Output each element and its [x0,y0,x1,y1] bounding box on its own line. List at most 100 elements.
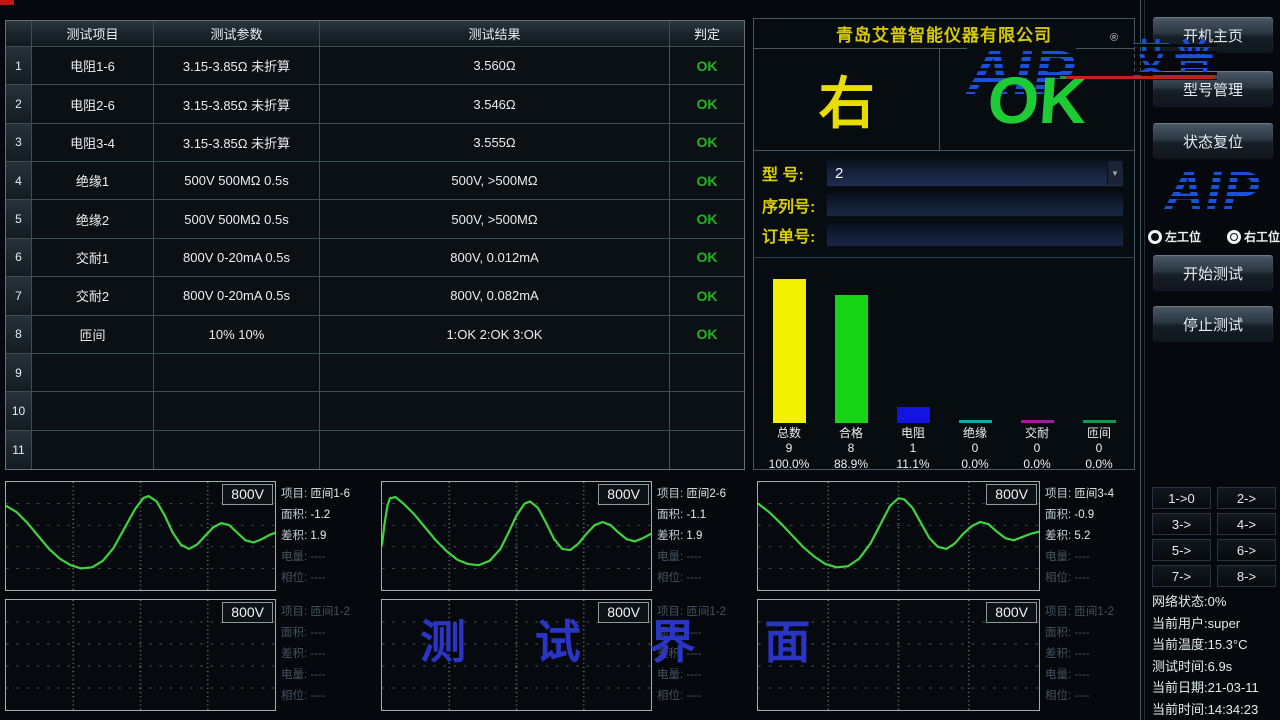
info-value: 匝间1-6 [310,488,350,500]
info-value: ---- [310,690,325,702]
start-test-button[interactable]: 开始测试 [1152,254,1274,292]
radio-icon[interactable] [1148,230,1162,244]
column-header: 判定 [670,21,744,47]
table-row[interactable]: 3电阻3-43.15-3.85Ω 未折算3.555ΩOK [6,124,744,162]
waveform-info: 项目: 匝间2-6面积: -1.1差积: 1.9电量: ----相位: ---- [657,481,747,591]
bar-category-label: 电阻 [901,426,925,442]
row-number: 1 [6,47,32,85]
model-select[interactable]: 2 ▼ [826,159,1124,187]
table-row[interactable]: 7交耐2800V 0-20mA 0.5s800V, 0.082mAOK [6,277,744,315]
row-number: 5 [6,200,32,238]
chevron-down-icon[interactable]: ▼ [1107,161,1122,185]
radio-right-station[interactable]: 右工位 [1227,228,1280,245]
station-row: 右 OK [754,49,1134,151]
voltage-label: 800V [222,602,273,623]
status-line: 当前用户:super [1152,613,1259,635]
voltage-label: 800V [598,484,649,505]
channel-button[interactable]: 5-> [1152,539,1211,561]
channel-button[interactable]: 6-> [1217,539,1276,561]
waveform-info: 项目: 匝间1-2面积: ----差积: ----电量: ----相位: ---… [281,599,371,711]
test-param-cell [154,354,320,392]
status-reset-button[interactable]: 状态复位 [1152,122,1274,160]
order-label: 订单号: [762,223,826,247]
serial-input[interactable] [826,193,1124,217]
info-label: 面积: [1045,627,1074,639]
channel-button[interactable]: 8-> [1217,565,1276,587]
channel-button[interactable]: 1->0 [1152,487,1211,509]
radio-right-label: 右工位 [1244,228,1280,245]
info-value: 1.9 [686,530,702,542]
row-number: 11 [6,431,32,469]
stop-test-button[interactable]: 停止测试 [1152,305,1274,343]
info-label: 项目: [281,606,310,618]
radio-left-station[interactable]: 左工位 [1148,228,1201,245]
info-value: 匝间1-2 [310,606,350,618]
channel-button[interactable]: 3-> [1152,513,1211,535]
waveform-info-row: 项目: 匝间3-4 [1045,484,1135,505]
info-label: 差积: [1045,648,1074,660]
table-row[interactable]: 6交耐1800V 0-20mA 0.5s800V, 0.012mAOK [6,239,744,277]
row-number: 9 [6,354,32,392]
table-row[interactable]: 1电阻1-63.15-3.85Ω 未折算3.560ΩOK [6,47,744,85]
info-label: 差积: [657,530,686,542]
channel-button[interactable]: 2-> [1217,487,1276,509]
waveform-info-row: 项目: 匝间1-6 [281,484,371,505]
bar-category-label: 绝缘 [963,426,987,442]
info-value: 匝间2-6 [686,488,726,500]
test-result-cell [320,354,670,392]
verdict-cell [670,392,744,430]
registered-trademark-icon: ® [1110,32,1118,44]
row-number: 2 [6,85,32,123]
corner-red-mark [0,0,14,5]
test-param-cell: 800V 0-20mA 0.5s [154,239,320,277]
model-value: 2 [835,165,843,182]
model-label: 型 号: [762,161,826,185]
channel-button[interactable]: 4-> [1217,513,1276,535]
table-row[interactable]: 5绝缘2500V 500MΩ 0.5s500V, >500MΩOK [6,200,744,238]
status-list: 网络状态:0%当前用户:super当前温度:15.3°C测试时间:6.9s当前日… [1152,591,1259,720]
info-label: 面积: [281,509,310,521]
info-label: 相位: [1045,572,1074,584]
voltage-label: 800V [986,484,1037,505]
info-panel: 青岛艾普智能仪器有限公司 右 OK AIP ® 型 号: 2 ▼ 序列号: 订单… [753,18,1135,470]
waveform-info-row: 相位: ---- [1045,568,1135,589]
radio-left-label: 左工位 [1165,228,1201,245]
aipu-underline [1060,76,1214,79]
info-label: 面积: [1045,509,1074,521]
table-row[interactable]: 2电阻2-63.15-3.85Ω 未折算3.546ΩOK [6,85,744,123]
info-value: ---- [1074,627,1089,639]
info-label: 相位: [1045,690,1074,702]
table-row[interactable]: 4绝缘1500V 500MΩ 0.5s500V, >500MΩOK [6,162,744,200]
bar [897,407,930,423]
test-result-cell: 800V, 0.012mA [320,239,670,277]
bar [835,295,868,423]
info-label: 差积: [281,648,310,660]
waveform-panel-2: 800V 项目: 匝间2-6面积: -1.1差积: 1.9电量: ----相位: … [381,481,747,591]
info-value: 1.9 [310,530,326,542]
waveform-info-row: 电量: ---- [1045,665,1135,686]
vertical-divider-2 [1144,0,1145,720]
bar-column: 匝间00.0% [1068,272,1130,472]
order-input[interactable] [826,223,1124,247]
info-value: ---- [310,648,325,660]
waveform-info-row: 项目: 匝间2-6 [657,484,747,505]
bar-percent-label: 100.0% [769,457,810,473]
table-row[interactable]: 9 [6,354,744,392]
info-value: -1.1 [686,509,706,521]
oscilloscope-plot: 800V [757,481,1040,591]
column-header: 测试结果 [320,21,670,47]
info-value: -0.9 [1074,509,1094,521]
waveform-info-row: 相位: ---- [657,686,747,707]
info-value: ---- [1074,572,1089,584]
bar [959,420,992,423]
test-param-cell: 800V 0-20mA 0.5s [154,277,320,315]
test-param-cell: 10% 10% [154,316,320,354]
table-row[interactable]: 11 [6,431,744,469]
radio-icon[interactable] [1227,230,1241,244]
table-row[interactable]: 10 [6,392,744,430]
bar-percent-label: 11.1% [896,457,929,473]
table-row[interactable]: 8匝间10% 10%1:OK 2:OK 3:OKOK [6,316,744,354]
info-label: 差积: [281,530,310,542]
bar-category-label: 合格 [839,426,863,442]
channel-button[interactable]: 7-> [1152,565,1211,587]
